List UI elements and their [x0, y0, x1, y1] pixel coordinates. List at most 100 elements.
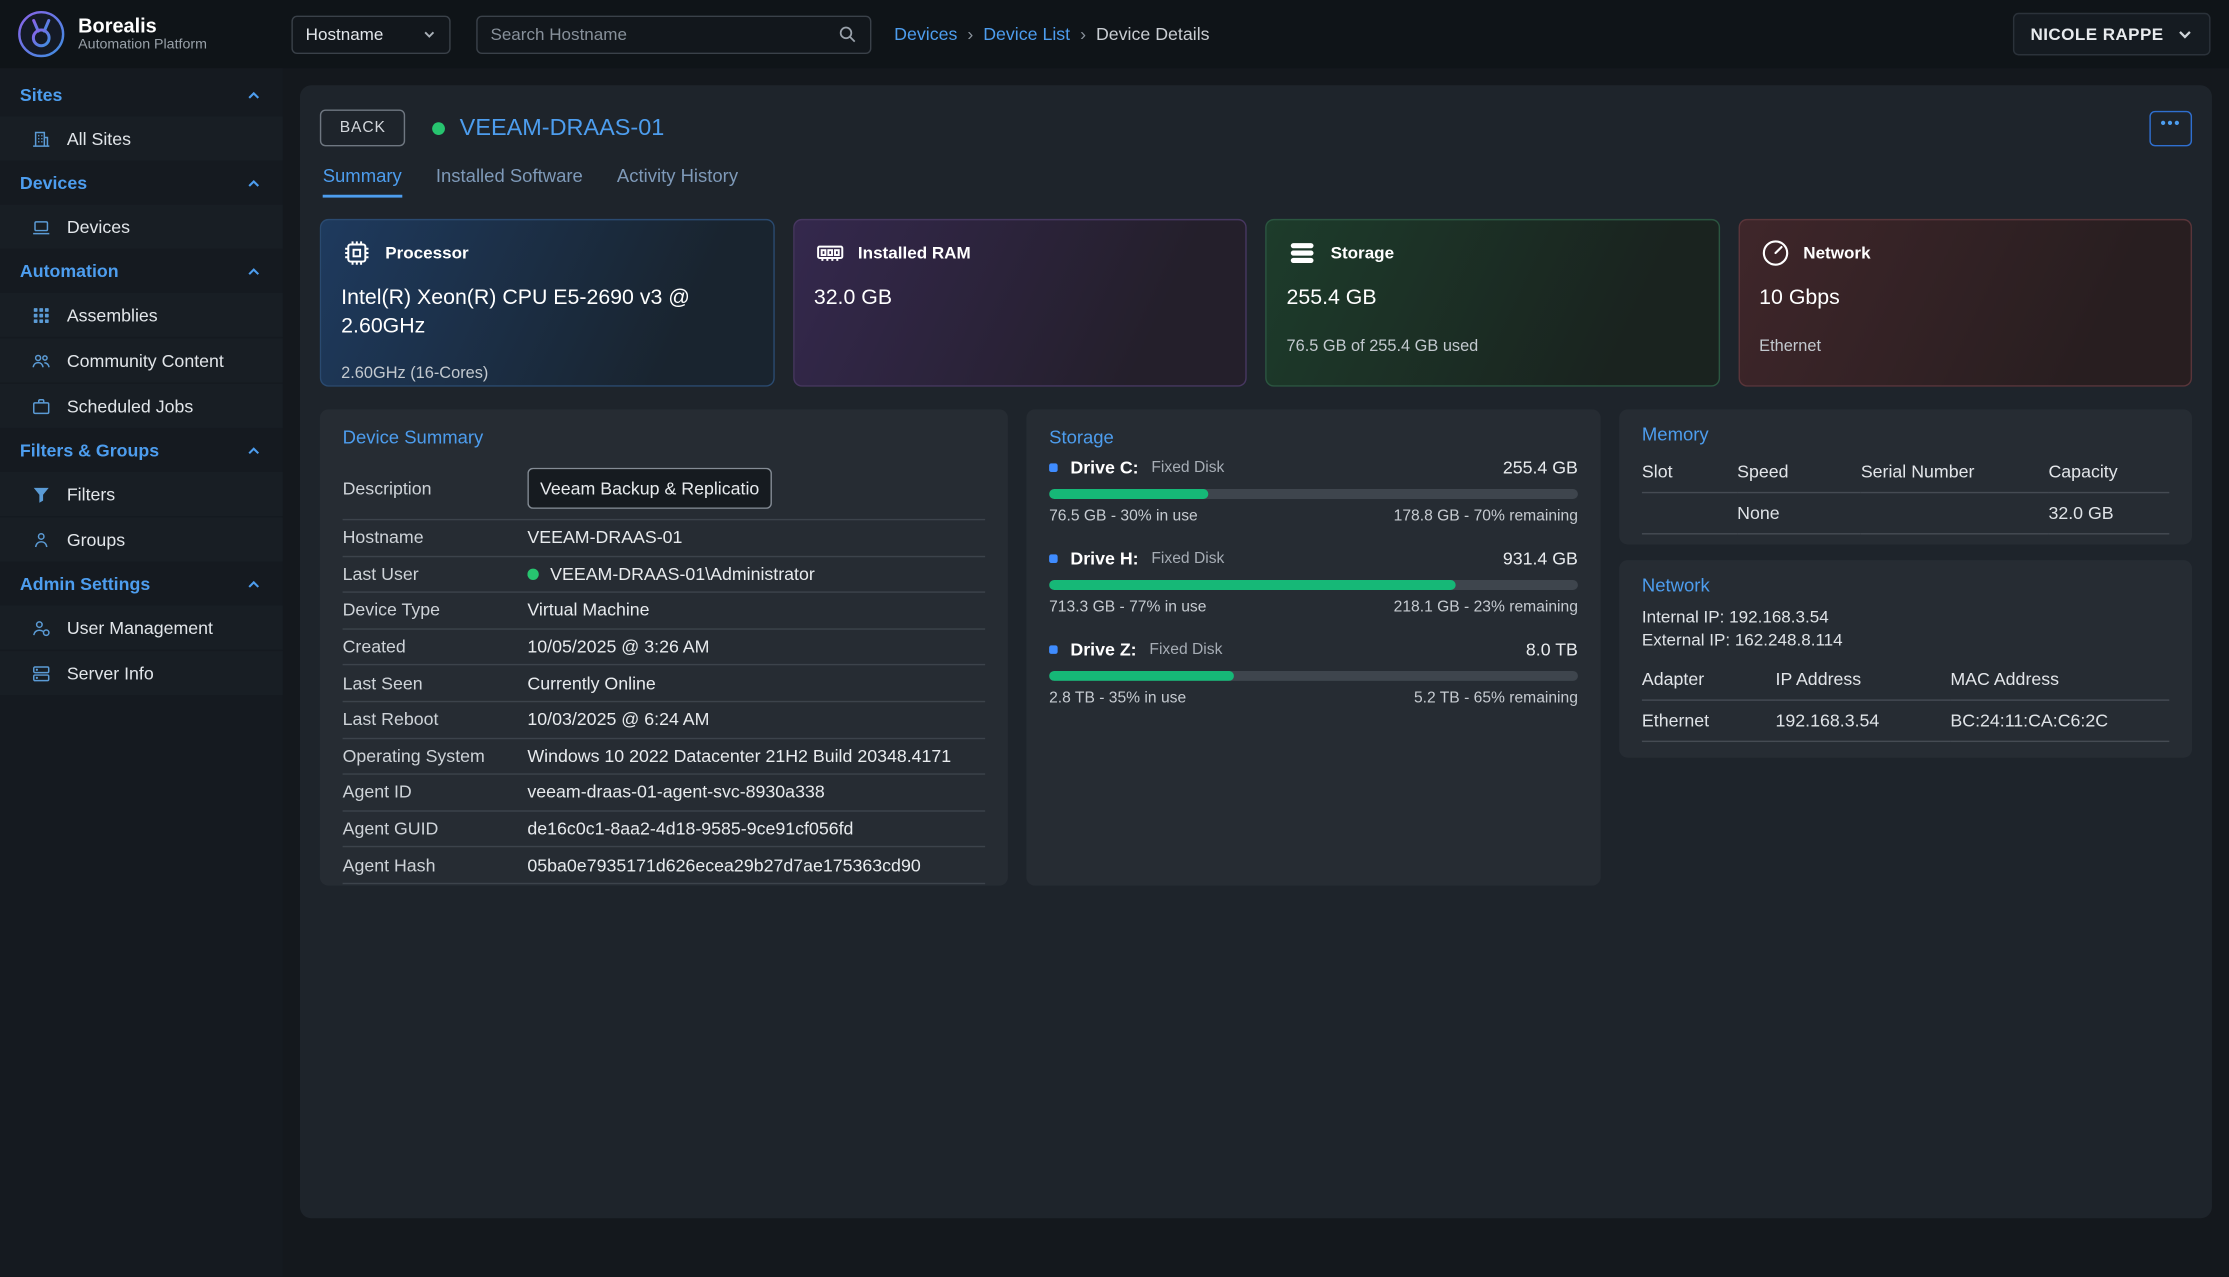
description-input[interactable]: [527, 468, 772, 509]
sidebar-section-label: Devices: [20, 173, 87, 193]
summary-row-agent-id: Agent ID veeam-draas-01-agent-svc-8930a3…: [343, 775, 986, 811]
drive-usage-bar: [1049, 580, 1578, 590]
sidebar-item-groups[interactable]: Groups: [0, 517, 283, 561]
sidebar-item-filters[interactable]: Filters: [0, 472, 283, 516]
table-cell: 32.0 GB: [2048, 493, 2169, 534]
server-icon: [31, 663, 51, 683]
sidebar-item-label: Filters: [67, 484, 115, 504]
cpu-icon: [341, 237, 372, 268]
online-status-dot: [433, 122, 446, 135]
breadcrumb-link-devices[interactable]: Devices: [894, 24, 957, 44]
more-options-button[interactable]: •••: [2149, 110, 2192, 146]
briefcase-icon: [31, 396, 51, 416]
laptop-icon: [31, 217, 51, 237]
tab-summary[interactable]: Summary: [323, 165, 402, 198]
sidebar-item-label: Devices: [67, 217, 130, 237]
table-cell: None: [1737, 493, 1861, 534]
drive-used-text: 76.5 GB - 30% in use: [1049, 507, 1198, 524]
search-input[interactable]: [490, 24, 837, 44]
user-menu-button[interactable]: NICOLE RAPPE: [2013, 13, 2210, 56]
card-title: Device Summary: [343, 426, 986, 447]
stat-card-installed-ram: Installed RAM 32.0 GB: [793, 219, 1247, 387]
chevron-up-icon: [246, 264, 262, 280]
stat-card-label: Installed RAM: [858, 243, 971, 263]
sidebar-section-filters-groups[interactable]: Filters & Groups: [0, 429, 283, 472]
sidebar-section-devices[interactable]: Devices: [0, 162, 283, 205]
person-icon: [31, 530, 51, 550]
sidebar-item-label: User Management: [67, 618, 213, 638]
tab-bar: Summary Installed Software Activity Hist…: [323, 165, 2190, 198]
stat-card-processor: Processor Intel(R) Xeon(R) CPU E5-2690 v…: [320, 219, 774, 387]
drive-row-h: Drive H: Fixed Disk 931.4 GB 713.3 GB - …: [1049, 549, 1578, 616]
sidebar-section-automation[interactable]: Automation: [0, 250, 283, 293]
chevron-down-icon: [422, 27, 436, 41]
topbar: Borealis Automation Platform Hostname De…: [0, 0, 2229, 68]
grid-icon: [31, 305, 51, 325]
detail-grid: Device Summary Description Hostname VEEA…: [320, 409, 2192, 885]
brand-subtitle: Automation Platform: [78, 37, 207, 53]
card-title: Memory: [1642, 424, 2169, 445]
hostname-filter-value: Hostname: [306, 24, 384, 44]
sidebar-item-label: Groups: [67, 530, 125, 550]
table-cell: 192.168.3.54: [1776, 701, 1951, 742]
drive-usage-bar: [1049, 489, 1578, 499]
filter-icon: [31, 484, 51, 504]
sidebar-item-label: Assemblies: [67, 305, 158, 325]
sidebar-item-community-content[interactable]: Community Content: [0, 338, 283, 382]
sidebar-item-user-management[interactable]: User Management: [0, 606, 283, 650]
stat-card-sub: 2.60GHz (16-Cores): [341, 365, 753, 382]
breadcrumb-link-device-list[interactable]: Device List: [983, 24, 1070, 44]
device-details-panel: BACK VEEAM-DRAAS-01 ••• Summary Installe…: [300, 85, 2212, 1218]
external-ip: External IP: 162.248.8.114: [1642, 629, 2169, 652]
sidebar-section-label: Sites: [20, 85, 62, 105]
sidebar-section-admin-settings[interactable]: Admin Settings: [0, 563, 283, 606]
device-title: VEEAM-DRAAS-01: [460, 114, 665, 141]
sidebar-item-server-info[interactable]: Server Info: [0, 651, 283, 695]
sidebar-section-label: Admin Settings: [20, 574, 150, 594]
back-button[interactable]: BACK: [320, 109, 406, 146]
drive-row-z: Drive Z: Fixed Disk 8.0 TB 2.8 TB - 35% …: [1049, 640, 1578, 707]
online-status-dot: [527, 568, 538, 579]
breadcrumb-current: Device Details: [1096, 24, 1210, 44]
summary-row-hostname: Hostname VEEAM-DRAAS-01: [343, 520, 986, 556]
sidebar-item-assemblies[interactable]: Assemblies: [0, 293, 283, 337]
drive-row-c: Drive C: Fixed Disk 255.4 GB 76.5 GB - 3…: [1049, 458, 1578, 525]
network-table: Adapter IP Address MAC Address Ethernet …: [1642, 663, 2169, 743]
sidebar-item-devices[interactable]: Devices: [0, 205, 283, 249]
drive-remaining-text: 218.1 GB - 23% remaining: [1394, 598, 1578, 615]
hostname-filter-select[interactable]: Hostname: [291, 15, 450, 53]
table-cell: [1861, 493, 2049, 534]
sidebar-section-sites[interactable]: Sites: [0, 74, 283, 117]
stat-card-value: 255.4 GB: [1287, 284, 1699, 312]
user-name: NICOLE RAPPE: [2031, 24, 2164, 44]
stat-card-sub: 76.5 GB of 255.4 GB used: [1287, 338, 1699, 355]
tab-installed-software[interactable]: Installed Software: [436, 165, 583, 198]
summary-row-description: Description: [343, 458, 986, 521]
summary-row-created: Created 10/05/2025 @ 3:26 AM: [343, 629, 986, 665]
tab-activity-history[interactable]: Activity History: [617, 165, 738, 198]
summary-row-last-seen: Last Seen Currently Online: [343, 666, 986, 702]
chevron-up-icon: [246, 176, 262, 192]
search-icon[interactable]: [837, 24, 857, 44]
sidebar-item-scheduled-jobs[interactable]: Scheduled Jobs: [0, 384, 283, 428]
storage-card: Storage Drive C: Fixed Disk 255.4 GB 76.…: [1026, 409, 1600, 885]
table-cell: [1642, 493, 1737, 534]
gauge-icon: [1759, 237, 1790, 268]
sidebar-section-label: Filters & Groups: [20, 441, 159, 461]
breadcrumb-separator: ›: [1080, 24, 1086, 44]
people-icon: [31, 350, 51, 370]
borealis-logo-icon: [17, 10, 65, 58]
stat-card-value: 10 Gbps: [1759, 284, 2171, 312]
network-card: Network Internal IP: 192.168.3.54 Extern…: [1619, 560, 2192, 758]
breadcrumb: Devices › Device List › Device Details: [894, 24, 1209, 44]
summary-row-label: Description: [343, 478, 528, 498]
chevron-up-icon: [246, 87, 262, 103]
stat-card-label: Storage: [1331, 243, 1395, 263]
card-title: Network: [1642, 574, 2169, 595]
sidebar-item-all-sites[interactable]: All Sites: [0, 117, 283, 161]
summary-row-device-type: Device Type Virtual Machine: [343, 593, 986, 629]
stat-card-label: Processor: [385, 243, 468, 263]
stat-card-storage: Storage 255.4 GB 76.5 GB of 255.4 GB use…: [1265, 219, 1719, 387]
main-content: BACK VEEAM-DRAAS-01 ••• Summary Installe…: [283, 68, 2229, 1276]
user-gear-icon: [31, 618, 51, 638]
